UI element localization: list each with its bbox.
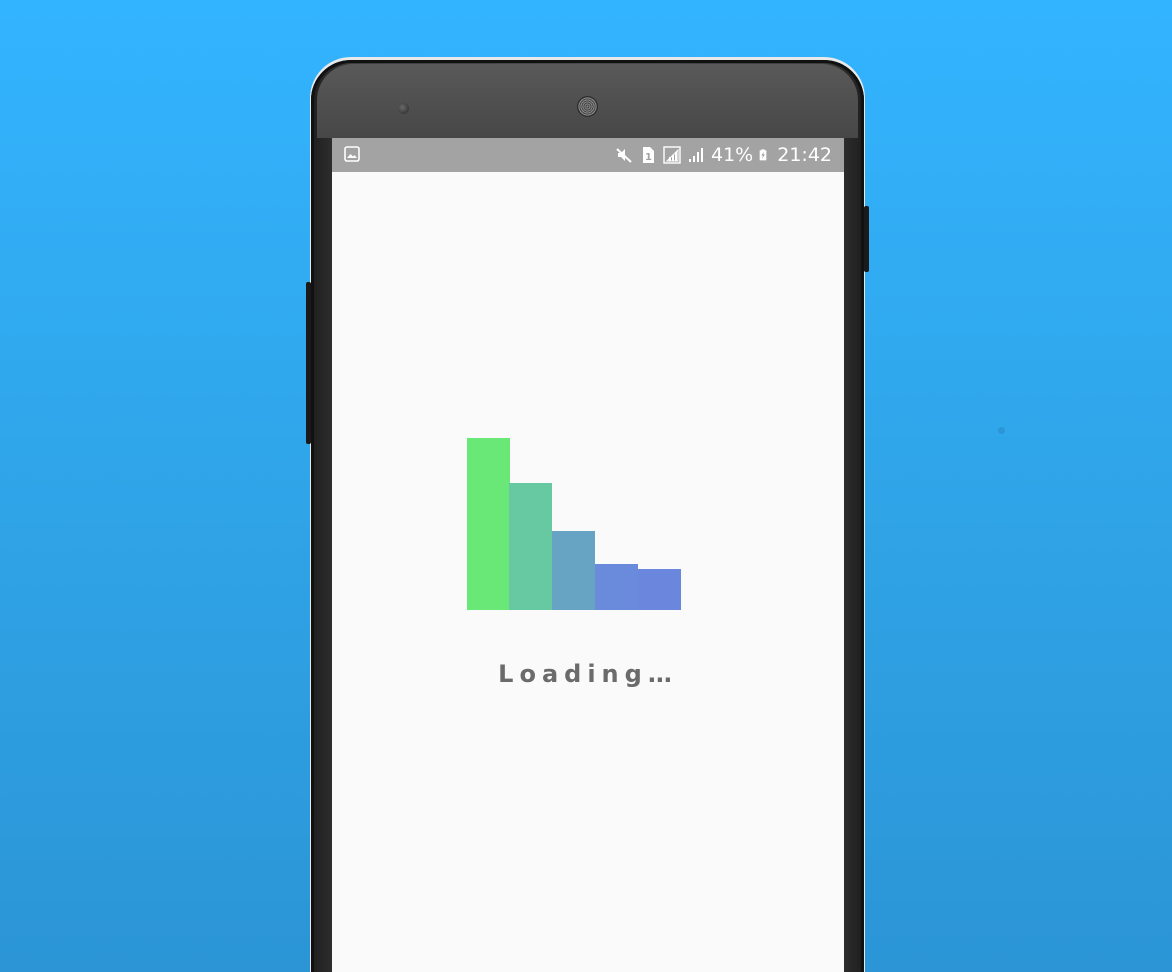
signal-icon (689, 148, 703, 162)
sim-slot-number: 1 (645, 152, 652, 163)
sim-icon: 1 (643, 147, 654, 163)
loading-bar-3 (552, 531, 595, 610)
front-camera-icon (398, 103, 409, 114)
loading-label: Loading… (498, 660, 678, 688)
power-button[interactable] (864, 206, 869, 272)
loading-bars-animation (467, 438, 681, 610)
mute-icon (616, 148, 632, 163)
loading-bar-2 (509, 483, 552, 610)
loading-bar-4 (595, 564, 638, 610)
battery-percent: 41% (711, 144, 754, 166)
image-icon (344, 146, 360, 162)
volume-button[interactable] (306, 282, 311, 444)
clock: 21:42 (777, 144, 832, 166)
signal-box-icon (663, 146, 681, 164)
background-speck (998, 427, 1005, 434)
earpiece-speaker-icon (577, 96, 598, 117)
phone-frame: 1 41% 21:42 Loading… (306, 60, 869, 972)
status-bar: 1 41% 21:42 (332, 138, 844, 172)
battery-charging-icon (759, 149, 767, 161)
loading-bar-5 (638, 569, 681, 610)
loading-bar-1 (467, 438, 510, 610)
phone-screen: 1 41% 21:42 Loading… (332, 138, 844, 972)
status-icons: 1 41% 21:42 (615, 138, 832, 172)
